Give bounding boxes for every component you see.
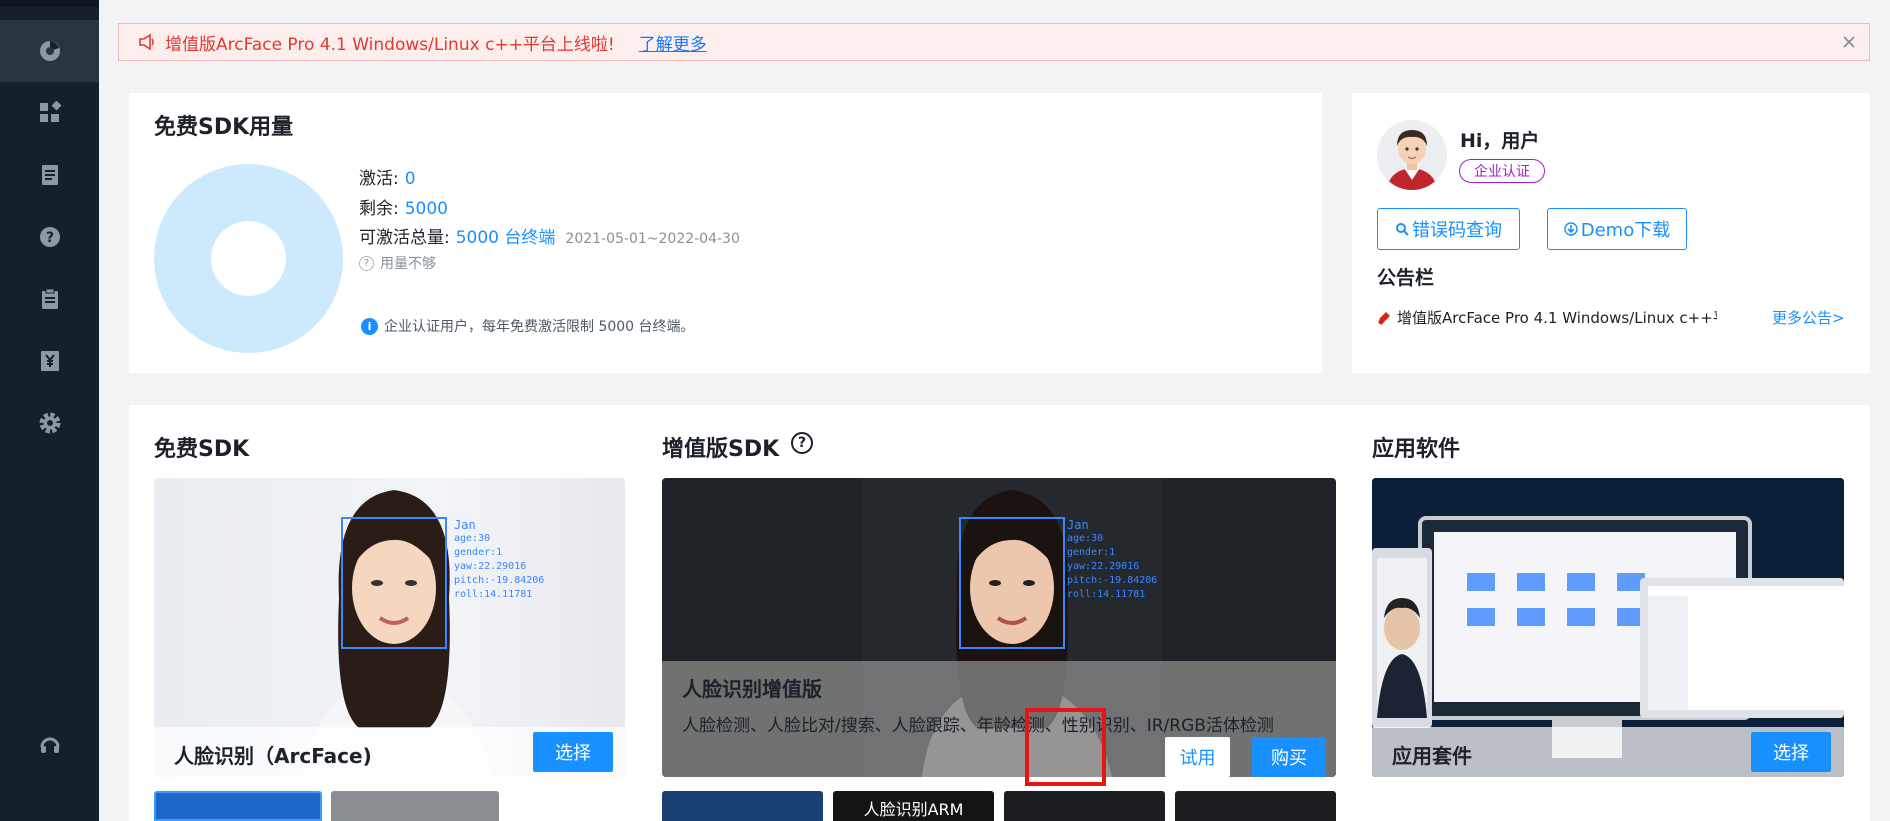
yen-icon [40, 351, 59, 371]
search-icon [1396, 223, 1409, 236]
question-icon: ? [359, 255, 374, 271]
download-icon [1564, 222, 1578, 236]
notice-board-title: 公告栏 [1377, 267, 1435, 289]
megaphone-icon [139, 33, 154, 51]
app-panel-name: 应用套件 [1392, 744, 1472, 768]
activated-label: 激活: [359, 169, 399, 189]
demo-download-label: Demo下载 [1580, 220, 1671, 241]
usage-title: 免费SDK用量 [154, 115, 294, 140]
hud-line: yaw:22.29016 [454, 561, 527, 572]
free-sdk-title: 免费SDK [154, 437, 250, 462]
info-icon: i [361, 317, 378, 335]
pro-thumb-1[interactable] [662, 791, 823, 821]
enterprise-badge: 企业认证 [1459, 159, 1545, 183]
usage-note-text: 企业认证用户，每年免费激活限制 5000 台终端。 [384, 319, 695, 335]
pro-buy-button[interactable]: 购买 [1252, 737, 1326, 777]
apps-grid-icon [39, 101, 61, 122]
usage-donut-chart [154, 164, 343, 353]
hud-line: gender:1 [454, 547, 503, 558]
more-notices-link[interactable]: 更多公告> [1772, 307, 1845, 328]
avatar [1377, 120, 1447, 190]
help-icon: ? [39, 227, 60, 247]
not-enough-label: 用量不够 [380, 256, 436, 272]
pro-trial-button[interactable]: 试用 [1165, 737, 1230, 777]
sidebar-top-strip [0, 0, 99, 7]
activated-value: 0 [404, 169, 416, 189]
pro-panel-overlay: 人脸识别增值版 人脸检测、人脸比对/搜索、人脸跟踪、年龄检测、性别识别、IR/R… [662, 661, 1336, 777]
hud-line: Jan [454, 518, 476, 532]
free-panel-overlay: 人脸识别（ArcFace) 选择 [154, 727, 625, 777]
free-panel-name: 人脸识别（ArcFace) [174, 744, 372, 768]
user-card: Hi，用户 企业认证 错误码查询 Demo下载 公告栏 增值版ArcFace P… [1352, 93, 1870, 373]
announcement-icon [1378, 312, 1390, 325]
pro-sdk-help-icon[interactable]: ? [791, 432, 813, 454]
sidebar-item-apps[interactable] [0, 82, 99, 144]
app-software-panel[interactable]: 应用套件 选择 [1372, 478, 1844, 777]
hud-line: roll:14.11781 [454, 589, 533, 600]
sidebar: ? [0, 0, 99, 821]
sidebar-item-help[interactable]: ? [0, 206, 99, 268]
hud-line: pitch:-19.84206 [1067, 575, 1158, 586]
avatar-illustration [1377, 120, 1447, 190]
hud-line: gender:1 [1067, 547, 1116, 558]
user-greeting: Hi，用户 [1460, 130, 1540, 152]
banner-learn-more-link[interactable]: 了解更多 [639, 30, 707, 55]
hud-line: pitch:-19.84206 [454, 575, 545, 586]
free-thumb-1[interactable] [154, 791, 322, 821]
remaining-label: 剩余: [359, 199, 399, 219]
announcement-banner: 增值版ArcFace Pro 4.1 Windows/Linux c++平台上线… [118, 23, 1870, 61]
error-code-button[interactable]: 错误码查询 [1377, 208, 1520, 250]
pro-sdk-title: 增值版SDK [662, 437, 780, 462]
sidebar-item-dashboard[interactable] [0, 20, 99, 82]
app-select-button[interactable]: 选择 [1751, 732, 1831, 772]
dashboard-icon [39, 41, 60, 61]
date-range: 2021-05-01~2022-04-30 [565, 231, 740, 247]
free-sdk-panel[interactable]: Jan age:30 gender:1 yaw:22.29016 pitch:-… [154, 478, 625, 777]
sidebar-item-orders[interactable] [0, 268, 99, 330]
settings-icon [39, 412, 60, 434]
hud-line: Jan [1067, 518, 1089, 532]
sidebar-item-docs[interactable] [0, 144, 99, 206]
free-sdk-usage-card: 免费SDK用量 激活: 0 剩余: 5000 可激活总量: 5000 台终端 2021-… [129, 93, 1322, 373]
notice-item-text: 增值版ArcFace Pro 4.1 Windows/Linux c++平台..… [1397, 309, 1717, 327]
total-stat: 可激活总量: 5000 台终端 2021-05-01~2022-04-30 [359, 223, 740, 248]
activated-stat: 激活: 0 [359, 164, 416, 189]
demo-download-button[interactable]: Demo下载 [1547, 208, 1687, 250]
hud-line: yaw:22.29016 [1067, 561, 1140, 572]
headset-icon [40, 737, 59, 753]
apps-title: 应用软件 [1372, 437, 1461, 462]
pro-face-hud: Jan age:30 gender:1 yaw:22.29016 pitch:-… [1067, 518, 1157, 602]
pro-thumb-3[interactable] [1004, 791, 1165, 821]
svg-text:?: ? [45, 230, 53, 246]
pro-sdk-panel[interactable]: Jan age:30 gender:1 yaw:22.29016 pitch:-… [662, 478, 1336, 777]
sidebar-item-settings[interactable] [0, 392, 99, 454]
sdk-section: 免费SDK 增值版SDK ? 应用软件 Jan age:30 gender:1 … [129, 405, 1870, 821]
free-face-hud: Jan age:30 gender:1 yaw:22.29016 pitch:-… [454, 518, 544, 602]
pro-panel-description: 人脸检测、人脸比对/搜索、人脸跟踪、年龄检测、性别识别、IR/RGB活体检测 [682, 716, 1274, 736]
close-icon[interactable] [1839, 32, 1859, 52]
notice-item[interactable]: 增值版ArcFace Pro 4.1 Windows/Linux c++平台..… [1377, 307, 1717, 328]
remaining-value: 5000 [404, 199, 448, 219]
app-panel-overlay: 应用套件 选择 [1372, 727, 1844, 777]
error-code-label: 错误码查询 [1412, 220, 1502, 241]
pro-thumb-arm[interactable]: 人脸识别ARM [833, 791, 994, 821]
clipboard-icon [41, 288, 58, 309]
sidebar-item-billing[interactable] [0, 330, 99, 392]
pro-thumb-4[interactable] [1175, 791, 1336, 821]
usage-note: i 企业认证用户，每年免费激活限制 5000 台终端。 [361, 316, 695, 336]
not-enough-hint[interactable]: ? 用量不够 [359, 253, 436, 273]
remaining-stat: 剩余: 5000 [359, 194, 448, 219]
total-label: 可激活总量: [359, 228, 450, 248]
banner-text: 增值版ArcFace Pro 4.1 Windows/Linux c++平台上线… [165, 34, 615, 55]
document-icon [41, 165, 58, 185]
sidebar-item-support[interactable] [0, 714, 99, 776]
free-select-button[interactable]: 选择 [533, 732, 613, 772]
free-thumb-2[interactable] [331, 791, 499, 821]
pro-panel-name: 人脸识别增值版 [682, 677, 822, 701]
hud-line: age:30 [454, 533, 491, 544]
hud-line: roll:14.11781 [1067, 589, 1146, 600]
hud-line: age:30 [1067, 533, 1104, 544]
total-value: 5000 台终端 [455, 228, 556, 248]
